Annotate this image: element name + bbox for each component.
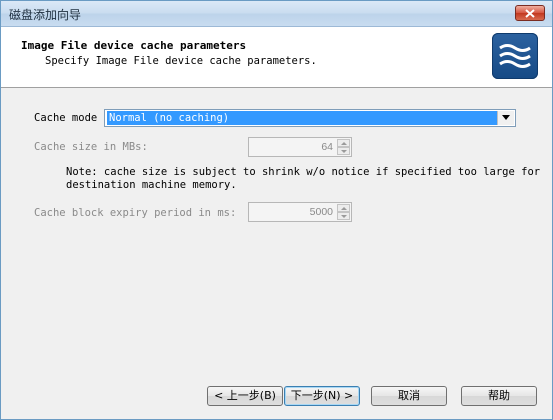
chevron-down-icon (502, 115, 510, 120)
cache-mode-select[interactable]: Normal (no caching) (104, 109, 516, 127)
cache-expiry-value: 5000 (309, 206, 333, 218)
cache-size-decrement-button[interactable] (337, 147, 350, 155)
cache-expiry-stepper[interactable]: 5000 (248, 202, 352, 222)
cache-size-value: 64 (321, 141, 333, 153)
title-bar[interactable]: 磁盘添加向导 (1, 1, 552, 27)
close-icon (525, 9, 535, 18)
cache-size-increment-button[interactable] (337, 139, 350, 147)
page-title: Image File device cache parameters (21, 39, 247, 52)
cancel-button[interactable]: 取消 (371, 386, 447, 406)
cache-expiry-spin-buttons (337, 204, 350, 220)
window-title: 磁盘添加向导 (9, 8, 82, 22)
cache-size-note-line1: Note: cache size is subject to shrink w/… (66, 166, 541, 178)
dropdown-button[interactable] (497, 111, 514, 125)
back-button[interactable]: < 上一步(B) (207, 386, 283, 406)
wave-logo-icon (492, 33, 538, 79)
next-button[interactable]: 下一步(N) > (284, 386, 360, 406)
help-button[interactable]: 帮助 (461, 386, 537, 406)
cache-size-spin-buttons (337, 139, 350, 155)
cache-mode-value: Normal (no caching) (107, 111, 497, 125)
cache-size-label: Cache size in MBs: (34, 141, 148, 153)
close-button[interactable] (515, 5, 545, 21)
wizard-header: Image File device cache parameters Speci… (1, 27, 552, 88)
cache-expiry-decrement-button[interactable] (337, 212, 350, 220)
cache-size-note-line2: destination machine memory. (66, 179, 237, 191)
arrow-down-icon (341, 150, 347, 153)
arrow-down-icon (341, 215, 347, 218)
arrow-up-icon (341, 207, 347, 210)
cache-size-stepper[interactable]: 64 (248, 137, 352, 157)
cache-expiry-increment-button[interactable] (337, 204, 350, 212)
page-subtitle: Specify Image File device cache paramete… (45, 55, 317, 67)
cache-expiry-label: Cache block expiry period in ms: (34, 207, 237, 219)
arrow-up-icon (341, 142, 347, 145)
cache-mode-label: Cache mode (34, 112, 98, 124)
wizard-window: 磁盘添加向导 Image File device cache parameter… (0, 0, 553, 420)
